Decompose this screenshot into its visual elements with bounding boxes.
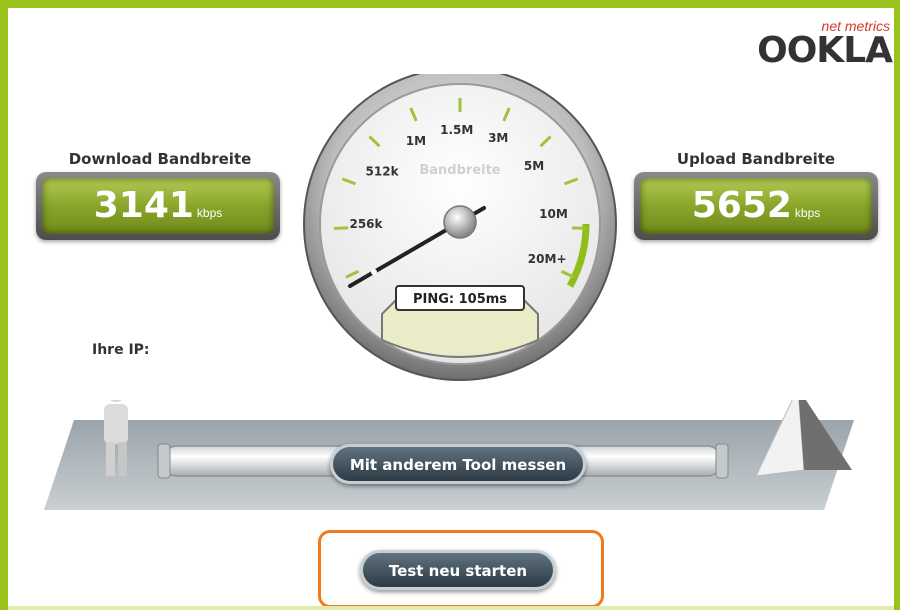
gauge-tick-label: 512k (366, 164, 400, 178)
download-meter: 3141 kbps (36, 172, 280, 240)
download-unit: kbps (196, 206, 223, 220)
logo-brand: OOKLA (757, 30, 893, 71)
gauge-tick-label: 1.5M (440, 123, 473, 137)
ookla-logo: net metrics OOKLA (757, 18, 893, 71)
restart-test-button[interactable]: Test neu starten (360, 550, 556, 590)
gauge-tick-label: 256k (349, 217, 383, 231)
ip-label: Ihre IP: (92, 342, 150, 358)
download-label: Download Bandbreite (68, 150, 252, 168)
upload-meter: 5652 kbps (634, 172, 878, 240)
gauge-tick-label: 20M+ (528, 252, 567, 266)
upload-unit: kbps (794, 206, 821, 220)
gauge-tick-label: 5M (524, 159, 544, 173)
other-tool-button[interactable]: Mit anderem Tool messen (330, 444, 586, 484)
upload-label: Upload Bandbreite (676, 150, 836, 168)
gauge-hub (443, 205, 477, 239)
gauge-tick-label: 10M (539, 207, 568, 221)
upload-value: 5652 (691, 185, 792, 226)
gauge-tick-label: 1M (406, 134, 426, 148)
ping-label: PING: 105ms (413, 292, 507, 307)
download-value: 3141 (93, 185, 194, 226)
speed-gauge: 256k 512k 1M 1.5M 3M 5M 10M 20M+ Bandbreite PIN… (303, 74, 617, 381)
gauge-tick-label: 3M (488, 131, 508, 145)
gauge-title: Bandbreite (419, 163, 500, 178)
